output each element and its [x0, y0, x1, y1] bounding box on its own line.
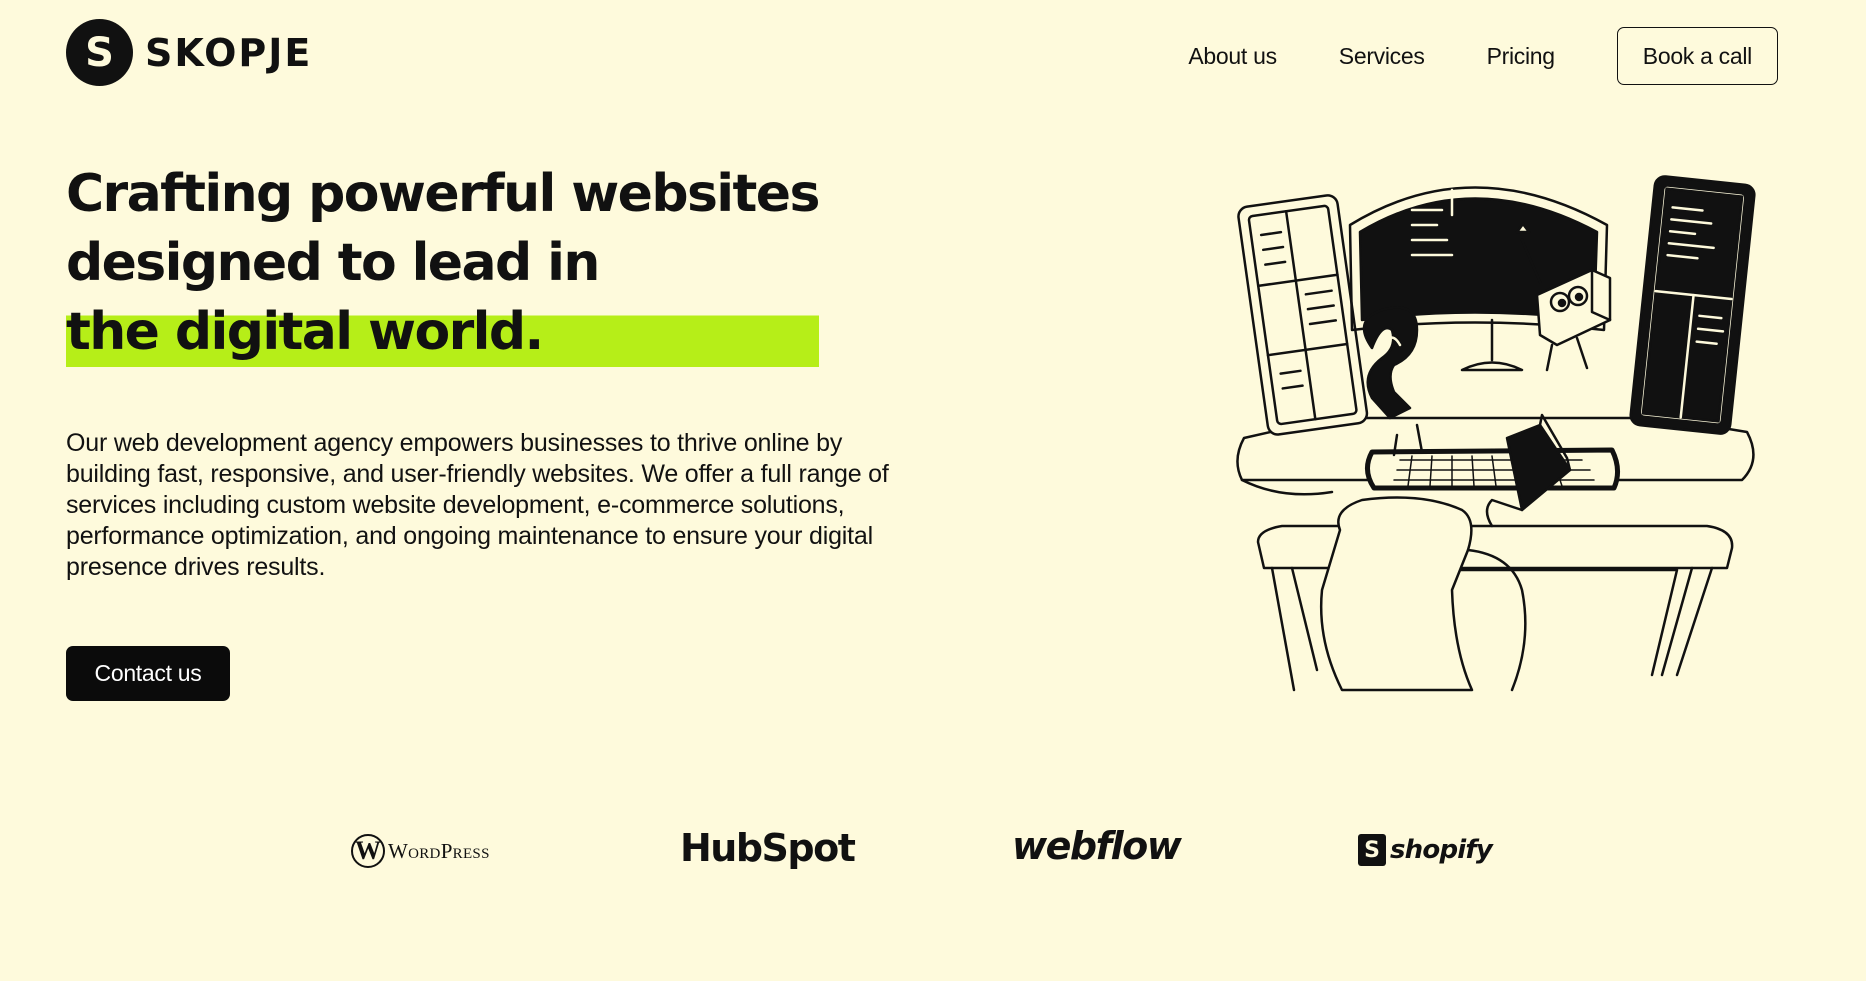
nav-about-us[interactable]: About us: [1188, 43, 1277, 70]
wordpress-logo: W WordPress: [351, 834, 490, 868]
hubspot-logo: HubSpot: [680, 826, 856, 870]
hero-title-highlight: the digital world.: [66, 298, 819, 367]
hero-title-line-1: Crafting powerful websites: [66, 164, 820, 224]
wordpress-icon: W: [351, 834, 385, 868]
shopify-wordmark: shopify: [1390, 835, 1493, 865]
logo-wordmark: SKOPJE: [145, 30, 313, 75]
hero-title-line-2: designed to lead in: [66, 233, 600, 293]
brand-logo[interactable]: S SKOPJE: [66, 19, 312, 86]
wordpress-wordmark: WordPress: [388, 838, 490, 863]
contact-us-button[interactable]: Contact us: [66, 646, 230, 701]
hero-description: Our web development agency empowers busi…: [66, 429, 889, 581]
nav-services[interactable]: Services: [1339, 43, 1425, 70]
nav-pricing[interactable]: Pricing: [1487, 43, 1556, 70]
hero-title-line-3-wrap: the digital world.: [66, 298, 819, 367]
webflow-logo: webflow: [1012, 824, 1182, 868]
logo-mark-icon: S: [66, 19, 133, 86]
partner-logos: W WordPress HubSpot webflow S shopify: [0, 824, 1866, 884]
shopify-bag-icon: S: [1358, 834, 1386, 866]
main-navigation: About us Services Pricing Book a call: [1188, 27, 1778, 85]
book-a-call-button[interactable]: Book a call: [1616, 27, 1778, 85]
shopify-logo: S shopify: [1358, 834, 1493, 866]
workspace-illustration: [1236, 175, 1756, 692]
right-monitor: [1629, 175, 1756, 435]
hero-title: Crafting powerful websites designed to l…: [66, 160, 820, 367]
left-monitor: [1237, 194, 1369, 436]
